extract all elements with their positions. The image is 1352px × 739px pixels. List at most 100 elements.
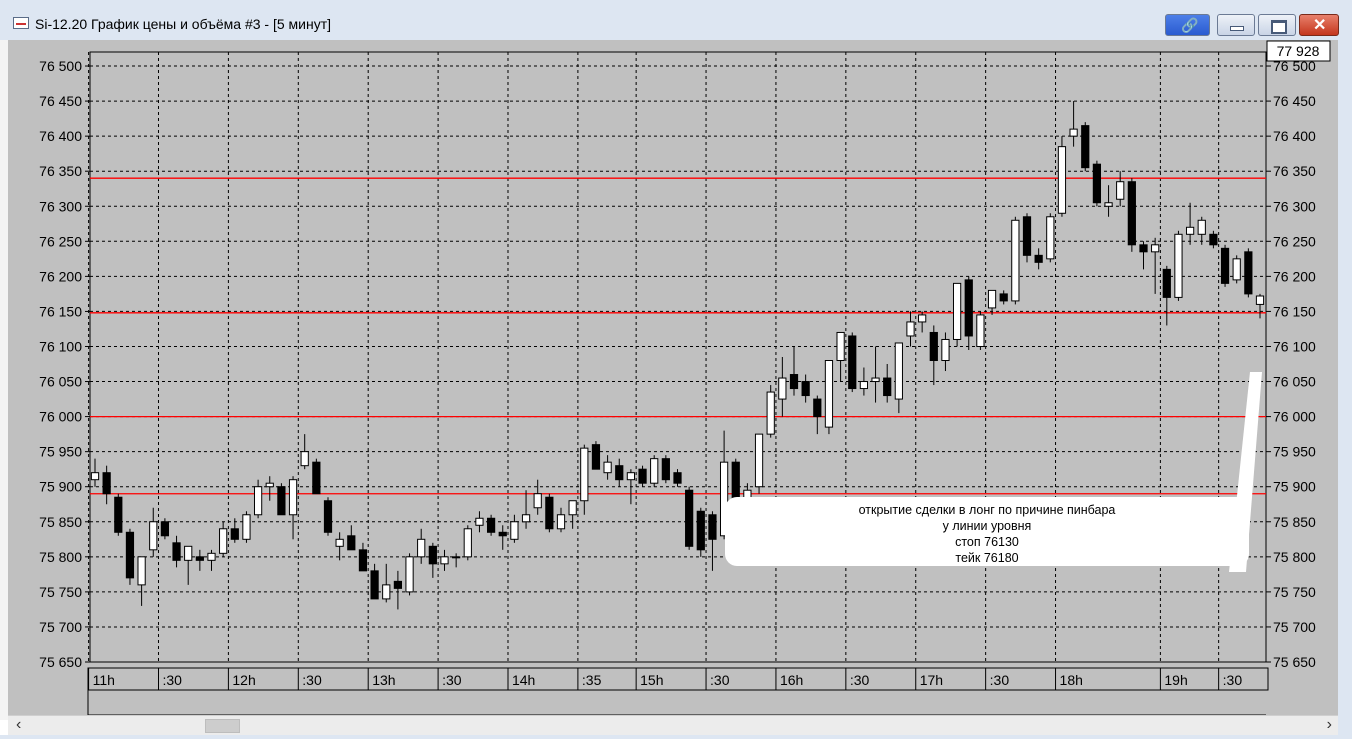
annotation-line: тейк 76180 bbox=[955, 551, 1019, 565]
minimize-button[interactable] bbox=[1217, 14, 1255, 36]
candle-body bbox=[661, 458, 670, 481]
annotation-line: открытие сделки в лонг по причине пинбар… bbox=[858, 503, 1116, 517]
candle-body bbox=[789, 374, 799, 390]
grid-layer bbox=[88, 51, 1267, 663]
candle bbox=[323, 497, 333, 536]
time-tick-label: 18h bbox=[1060, 672, 1083, 688]
candle-body bbox=[160, 521, 170, 537]
candle-body bbox=[219, 528, 228, 554]
maximize-button[interactable] bbox=[1258, 14, 1296, 36]
annotation-line: у линии уровня bbox=[942, 519, 1032, 533]
y-tick-label-left: 75 850 bbox=[39, 514, 82, 530]
candle bbox=[463, 525, 472, 561]
y-tick-label-right: 75 950 bbox=[1273, 444, 1316, 460]
candle-body bbox=[90, 472, 100, 481]
candle-body bbox=[358, 549, 368, 572]
candle-body bbox=[114, 496, 123, 533]
window-title: Si-12.20 График цены и объёма #3 - [5 ми… bbox=[35, 16, 332, 32]
candle-body bbox=[149, 521, 158, 551]
candle bbox=[976, 311, 985, 350]
candle-body bbox=[242, 514, 251, 540]
time-tick-label: :30 bbox=[990, 672, 1010, 688]
candle-body bbox=[813, 398, 822, 418]
candle-body bbox=[708, 514, 717, 540]
link-button[interactable]: 🔗 bbox=[1165, 14, 1210, 36]
title-bar[interactable]: Si-12.20 График цены и объёма #3 - [5 ми… bbox=[0, 0, 1352, 41]
y-tick-label-left: 75 950 bbox=[39, 444, 82, 460]
candle-body bbox=[184, 545, 193, 561]
candle bbox=[1022, 213, 1032, 263]
time-tick-label: 19h bbox=[1164, 672, 1187, 688]
y-tick-label-left: 76 400 bbox=[39, 128, 82, 144]
candle-body bbox=[417, 538, 426, 558]
candle-body bbox=[556, 514, 566, 530]
candle-body bbox=[533, 493, 542, 509]
chart-window: Si-12.20 График цены и объёма #3 - [5 ми… bbox=[0, 0, 1352, 739]
plot-area bbox=[89, 51, 1267, 663]
candle-body bbox=[964, 279, 973, 337]
candle-body bbox=[265, 482, 274, 488]
time-tick-label: 17h bbox=[920, 672, 943, 688]
y-tick-label-left: 75 700 bbox=[39, 619, 82, 635]
time-tick-label: :30 bbox=[162, 672, 182, 688]
time-tick-label: :30 bbox=[302, 672, 322, 688]
candle-body bbox=[824, 360, 834, 428]
candle bbox=[824, 360, 834, 435]
candle-body bbox=[463, 528, 472, 558]
right-border bbox=[1338, 40, 1352, 739]
time-tick-label: 15h bbox=[640, 672, 663, 688]
candle-body bbox=[638, 468, 647, 484]
close-button[interactable]: ✕ bbox=[1299, 14, 1339, 36]
candle-body bbox=[848, 335, 857, 390]
maximize-icon bbox=[1271, 20, 1287, 34]
candle-body bbox=[906, 321, 915, 337]
candle-body bbox=[650, 458, 659, 484]
candle-body bbox=[918, 314, 927, 323]
y-tick-label-left: 75 750 bbox=[39, 584, 82, 600]
candlestick-chart[interactable]: 75 650 75 650 75 700 75 700 75 750 75 750 75 8… bbox=[8, 40, 1338, 716]
horizontal-scrollbar[interactable]: ‹ › bbox=[8, 715, 1338, 736]
candle bbox=[125, 528, 135, 585]
y-tick-label-right: 75 650 bbox=[1273, 654, 1316, 670]
time-tick-label: 12h bbox=[232, 672, 255, 688]
candle-body bbox=[393, 580, 403, 589]
candle-body bbox=[382, 584, 391, 600]
y-tick-label-left: 75 650 bbox=[39, 654, 82, 670]
candle bbox=[685, 486, 694, 550]
candle-body bbox=[871, 377, 880, 383]
chart-app-icon bbox=[13, 17, 29, 29]
scroll-right-icon[interactable]: › bbox=[1327, 716, 1332, 734]
y-tick-label-right: 76 350 bbox=[1273, 163, 1316, 179]
candle-body bbox=[941, 338, 950, 362]
time-tick-label: 16h bbox=[780, 672, 803, 688]
y-tick-label-left: 76 000 bbox=[39, 409, 82, 425]
candle bbox=[1174, 230, 1183, 301]
time-tick-label: 14h bbox=[512, 672, 535, 688]
candle-body bbox=[172, 542, 181, 561]
y-tick-label-left: 76 250 bbox=[39, 233, 82, 249]
time-tick-label: :30 bbox=[850, 672, 870, 688]
candle-body bbox=[999, 293, 1008, 302]
scroll-thumb[interactable] bbox=[205, 719, 240, 733]
candle-body bbox=[696, 510, 705, 551]
candle-body bbox=[312, 461, 321, 495]
candle-body bbox=[1232, 258, 1241, 281]
candle-body bbox=[370, 570, 379, 600]
chart-panel[interactable]: 75 650 75 650 75 700 75 700 75 750 75 750 75 8… bbox=[8, 40, 1338, 716]
y-tick-label-right: 75 750 bbox=[1273, 584, 1316, 600]
candle-body bbox=[778, 377, 787, 400]
price-box: 77 928 bbox=[1266, 40, 1331, 62]
candle-body bbox=[1022, 216, 1032, 256]
candle-body bbox=[253, 486, 263, 516]
scroll-left-icon[interactable]: ‹ bbox=[16, 716, 21, 734]
candle-body bbox=[1127, 181, 1136, 246]
candle bbox=[1011, 216, 1020, 305]
annotation-line: стоп 76130 bbox=[955, 535, 1019, 549]
candle bbox=[114, 493, 123, 536]
y-tick-label-left: 76 100 bbox=[39, 338, 82, 354]
candle bbox=[754, 433, 764, 494]
y-tick-label-right: 76 000 bbox=[1273, 409, 1316, 425]
candle-body bbox=[615, 465, 624, 481]
candle-body bbox=[883, 377, 892, 397]
candle bbox=[405, 553, 414, 596]
